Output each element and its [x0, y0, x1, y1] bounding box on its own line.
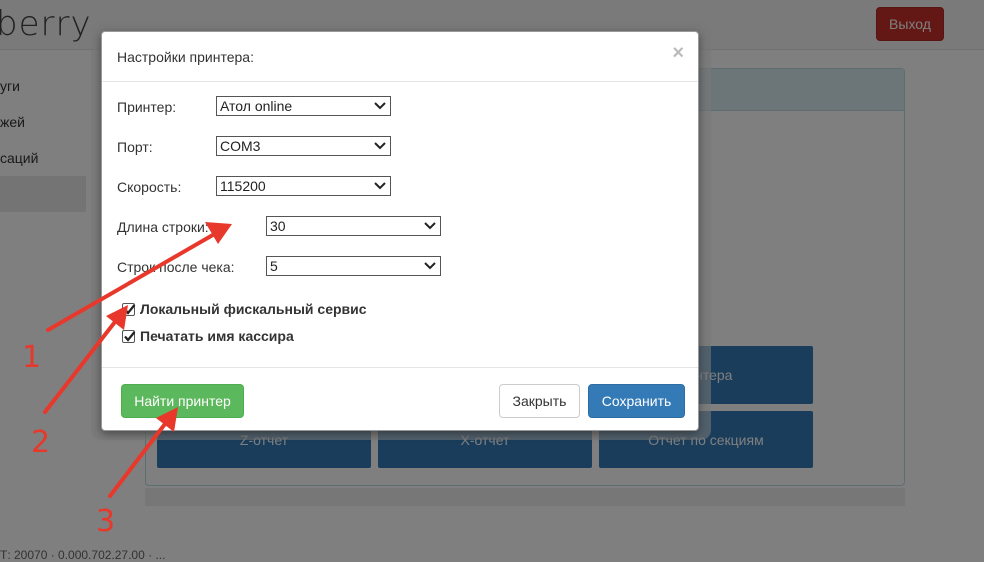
port-row: Порт: COM3	[117, 136, 397, 160]
lines-after-select[interactable]: 5	[266, 256, 441, 276]
local-fiscal-row: Локальный фискальный сервис	[122, 300, 367, 318]
line-length-row: Длина строки: 30	[117, 216, 447, 240]
chevron-down-icon	[374, 102, 386, 110]
chevron-down-icon	[424, 262, 436, 270]
checkmark-icon	[124, 330, 136, 342]
close-button[interactable]: Закрыть	[499, 384, 580, 418]
printer-settings-modal: Настройки принтера: × Принтер: Атол onli…	[101, 31, 699, 431]
line-length-select[interactable]: 30	[266, 216, 441, 236]
modal-footer: Найти принтер Закрыть Сохранить	[102, 367, 698, 430]
modal-header: Настройки принтера: ×	[102, 32, 698, 82]
annotation-number-1: 1	[22, 340, 42, 375]
save-button[interactable]: Сохранить	[588, 384, 685, 418]
find-printer-button[interactable]: Найти принтер	[121, 384, 244, 418]
lines-after-row: Строк после чека: 5	[117, 256, 447, 280]
annotation-number-2: 2	[31, 425, 51, 460]
port-select[interactable]: COM3	[216, 136, 391, 156]
chevron-down-icon	[374, 182, 386, 190]
printer-row: Принтер: Атол online	[117, 96, 397, 120]
chevron-down-icon	[424, 222, 436, 230]
printer-select-value: Атол online	[220, 98, 293, 114]
modal-title: Настройки принтера:	[117, 49, 254, 65]
lines-after-label: Строк после чека:	[117, 259, 235, 275]
checkmark-icon	[124, 303, 136, 315]
line-length-select-value: 30	[270, 218, 286, 234]
local-fiscal-label: Локальный фискальный сервис	[140, 301, 367, 317]
print-cashier-row: Печатать имя кассира	[122, 327, 294, 345]
speed-row: Скорость: 115200	[117, 176, 397, 200]
print-cashier-label: Печатать имя кассира	[140, 328, 294, 344]
speed-label: Скорость:	[117, 179, 182, 195]
chevron-down-icon	[374, 142, 386, 150]
port-select-value: COM3	[220, 138, 261, 154]
annotation-number-3: 3	[96, 504, 116, 539]
close-icon[interactable]: ×	[672, 43, 684, 63]
speed-select-value: 115200	[220, 178, 266, 194]
printer-select[interactable]: Атол online	[216, 96, 391, 116]
lines-after-select-value: 5	[270, 258, 278, 274]
print-cashier-checkbox[interactable]	[122, 329, 136, 343]
port-label: Порт:	[117, 139, 153, 155]
local-fiscal-checkbox[interactable]	[122, 302, 136, 316]
speed-select[interactable]: 115200	[216, 176, 391, 196]
printer-label: Принтер:	[117, 99, 177, 115]
line-length-label: Длина строки:	[117, 219, 209, 235]
